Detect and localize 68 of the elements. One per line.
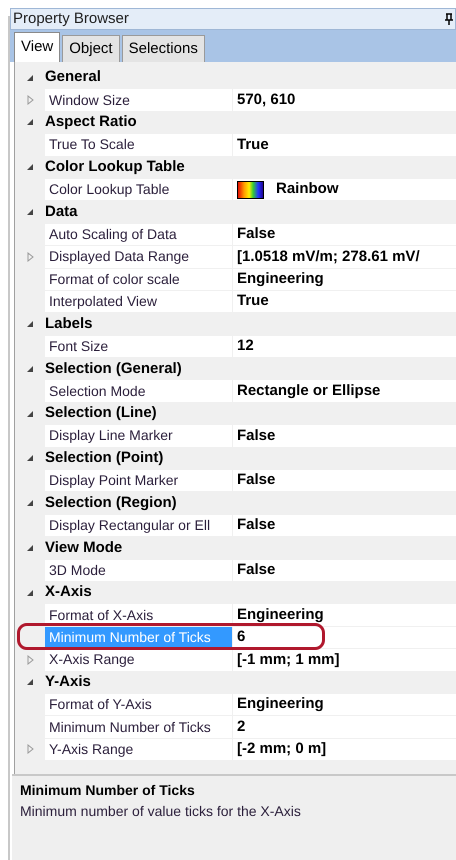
property-value: Engineering bbox=[237, 604, 324, 625]
property-label[interactable]: Format of color scale bbox=[45, 268, 232, 290]
property-value: False bbox=[237, 515, 276, 536]
property-value: True bbox=[237, 134, 269, 155]
collapse-triangle-icon[interactable] bbox=[26, 320, 34, 328]
tab[interactable]: Object bbox=[62, 35, 120, 62]
collapse-triangle-icon[interactable] bbox=[26, 74, 34, 82]
property-label[interactable]: Interpolated View bbox=[45, 290, 232, 312]
group-header[interactable]: Aspect Ratio bbox=[45, 112, 137, 134]
group-header[interactable]: Selection (Point) bbox=[45, 448, 164, 470]
window-title: Property Browser bbox=[13, 8, 129, 29]
property-value: 6 bbox=[237, 627, 246, 648]
group-header[interactable]: Labels bbox=[45, 313, 93, 335]
tab[interactable]: View bbox=[14, 32, 60, 62]
property-label[interactable]: Auto Scaling of Data bbox=[45, 224, 232, 246]
group-header[interactable]: View Mode bbox=[45, 537, 122, 559]
collapse-triangle-icon[interactable] bbox=[26, 544, 34, 552]
pin-icon[interactable] bbox=[445, 13, 453, 25]
property-value: 570, 610 bbox=[237, 90, 296, 110]
property-label[interactable]: Format of Y-Axis bbox=[45, 694, 232, 716]
group-header[interactable]: Y-Axis bbox=[45, 672, 91, 693]
group-header[interactable]: Color Lookup Table bbox=[45, 156, 185, 178]
property-value: False bbox=[237, 426, 276, 446]
group-header[interactable]: Selection (Region) bbox=[45, 492, 177, 514]
property-label[interactable]: 3D Mode bbox=[45, 560, 232, 581]
collapse-triangle-icon[interactable] bbox=[26, 588, 34, 597]
tab[interactable]: Selections bbox=[122, 35, 205, 62]
property-label[interactable]: X-Axis Range bbox=[45, 649, 232, 671]
property-label[interactable]: Font Size bbox=[45, 336, 232, 358]
property-label[interactable]: Color Lookup Table bbox=[45, 178, 232, 200]
collapse-triangle-icon[interactable] bbox=[26, 410, 34, 418]
group-header[interactable]: Selection (General) bbox=[45, 358, 182, 380]
property-value: True bbox=[237, 291, 269, 312]
property-value: False bbox=[237, 560, 276, 580]
property-label[interactable]: True To Scale bbox=[45, 134, 232, 156]
collapse-triangle-icon[interactable] bbox=[26, 678, 34, 686]
property-value: Engineering bbox=[237, 268, 324, 289]
group-header[interactable]: Selection (Line) bbox=[45, 402, 157, 424]
collapse-triangle-icon[interactable] bbox=[26, 454, 34, 462]
property-label[interactable]: Displayed Data Range bbox=[45, 246, 232, 268]
collapse-triangle-icon[interactable] bbox=[26, 499, 34, 508]
property-value: 2 bbox=[237, 716, 246, 737]
collapse-triangle-icon[interactable] bbox=[26, 118, 34, 126]
property-label[interactable]: Display Point Marker bbox=[45, 470, 232, 492]
color-gradient-swatch bbox=[237, 180, 264, 199]
property-value: Engineering bbox=[237, 694, 324, 714]
collapse-triangle-icon[interactable] bbox=[26, 208, 34, 216]
property-label[interactable]: Y-Axis Range bbox=[45, 738, 232, 760]
property-value: [1.0518 mV/m; 278.61 mV/ bbox=[237, 246, 420, 267]
property-value: [-2 mm; 0 m] bbox=[237, 739, 326, 760]
property-value: Rectangle or Ellipse bbox=[237, 380, 380, 401]
property-value: False bbox=[237, 224, 276, 244]
property-value: False bbox=[237, 470, 276, 490]
property-label[interactable]: Minimum Number of Ticks bbox=[45, 716, 232, 738]
property-value: Rainbow bbox=[276, 179, 338, 200]
description-text: Minimum number of value ticks for the X-Axis bbox=[20, 802, 302, 821]
group-header[interactable]: X-Axis bbox=[45, 582, 92, 604]
group-header[interactable]: General bbox=[45, 67, 101, 88]
property-label[interactable]: Selection Mode bbox=[45, 380, 232, 402]
property-value: [-1 mm; 1 mm] bbox=[237, 650, 340, 670]
property-label[interactable]: Display Rectangular or Ell bbox=[45, 514, 232, 536]
property-value: 12 bbox=[237, 336, 254, 356]
collapse-triangle-icon[interactable] bbox=[26, 163, 34, 172]
property-label[interactable]: Window Size bbox=[45, 89, 232, 111]
collapse-triangle-icon[interactable] bbox=[26, 364, 34, 373]
description-title: Minimum Number of Ticks bbox=[20, 781, 196, 800]
group-header[interactable]: Data bbox=[45, 201, 78, 223]
property-label[interactable]: Display Line Marker bbox=[45, 425, 232, 447]
